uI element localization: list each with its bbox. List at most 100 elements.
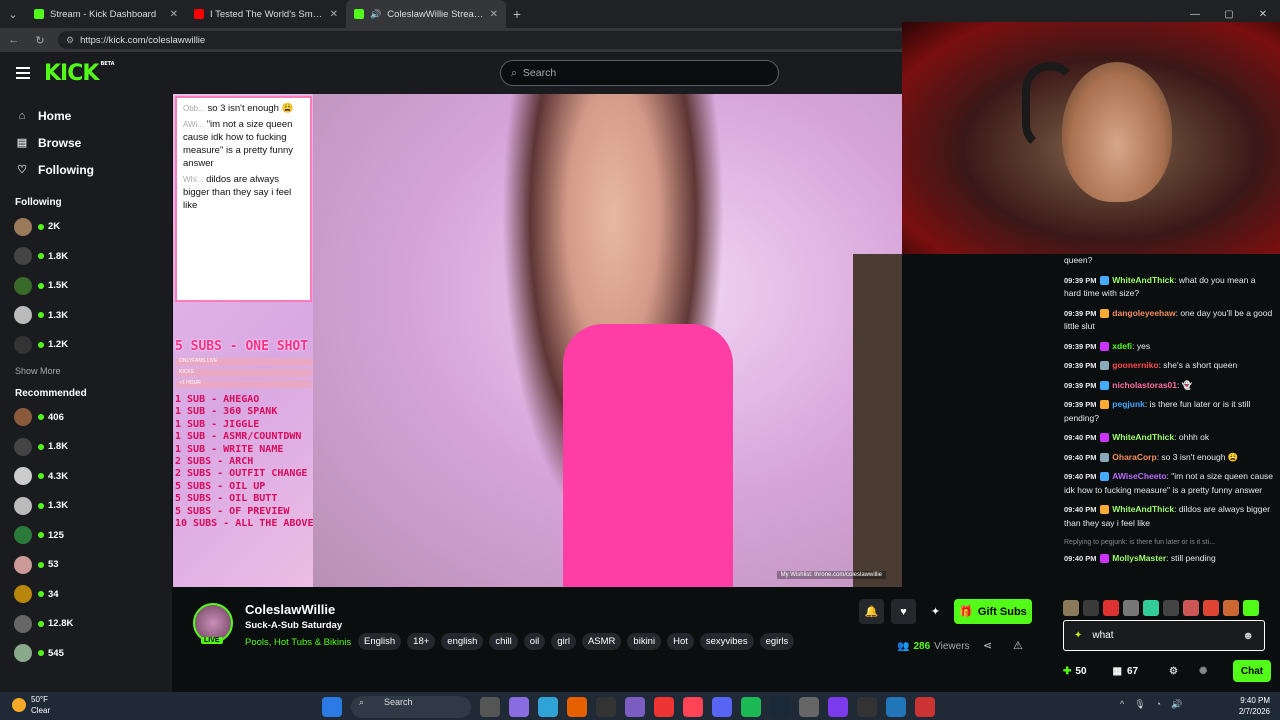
search-input[interactable]: ⌕ Search [500,60,779,86]
sidebar-channel[interactable]: ChickenAndy IRL 1.5K [0,271,172,301]
fx-icon[interactable] [915,697,935,717]
app-icon[interactable] [654,697,674,717]
emote[interactable] [1083,600,1099,616]
streamer-name[interactable]: ColeslawWillie [245,602,335,617]
notification-bell-button[interactable]: 🔔 [859,599,884,624]
app-icon[interactable] [799,697,819,717]
app-icon[interactable] [886,697,906,717]
sidebar-channel[interactable]: iceinmyvein Slots & Casino 545 [0,639,172,669]
emote[interactable] [1123,600,1139,616]
stream-tag[interactable]: ASMR [581,633,622,650]
message-username[interactable]: WhiteAndThick [1112,432,1174,442]
mic-icon[interactable]: 🎙 [1134,699,1145,710]
sidebar-channel[interactable]: sleepy_peeka Resident Evil 2 (2019) 53 [0,550,172,580]
message-username[interactable]: nicholastoras01 [1112,380,1177,390]
copilot-icon[interactable] [509,697,529,717]
close-tab-icon[interactable]: ✕ [330,9,338,20]
stream-tag[interactable]: sexyvibes [699,633,754,650]
browser-tab-1[interactable]: Stream - Kick Dashboard ✕ [26,0,186,28]
gift-subs-button[interactable]: 🎁 Gift Subs [954,599,1032,624]
new-tab-icon[interactable]: + [506,6,528,22]
task-view-icon[interactable] [480,697,500,717]
message-username[interactable]: AWiseCheeto [1112,471,1166,481]
emote[interactable] [1063,600,1079,616]
message-username[interactable]: WhiteAndThick [1112,504,1174,514]
mod-icon[interactable]: ✺ [1199,666,1207,677]
message-username[interactable]: WhiteAndThick [1112,275,1174,285]
kick-logo[interactable]: KICK BETA [44,61,115,86]
stream-tag[interactable]: oil [523,633,546,650]
menu-icon[interactable] [16,67,30,79]
sidebar-channel[interactable]: CancellanCarroll Just Chatting 406 [0,403,172,433]
sidebar-channel[interactable]: Wittlebears Call of Duty: Black Ops 7 12… [0,521,172,551]
site-info-icon[interactable]: ⚙ [66,35,74,46]
sub-count[interactable]: 67 [1127,666,1138,677]
nav-following[interactable]: ♡ Following [16,156,172,183]
app-icon[interactable] [596,697,616,717]
discord-icon[interactable] [712,697,732,717]
message-username[interactable]: xdefi [1112,341,1132,351]
chevron-up-icon[interactable]: ^ [1120,699,1124,710]
message-username[interactable]: MollysMaster [1112,553,1166,563]
stream-tag[interactable]: chill [489,633,518,650]
emote[interactable] [1203,600,1219,616]
settings-icon[interactable]: ⚙ [1169,666,1178,677]
stream-tag[interactable]: 18+ [407,633,436,650]
stream-category[interactable]: Pools, Hot Tubs & Bikinis [245,637,351,648]
follow-button[interactable]: ♥ [891,599,916,624]
wifi-icon[interactable]: ◔ [1156,699,1161,710]
share-icon[interactable]: ⋖ [983,639,992,652]
video-player[interactable]: Obb... so 3 isn't enough 😩 AWi... "im no… [173,94,902,587]
music-icon[interactable] [683,697,703,717]
message-username[interactable]: dangoleyeehaw [1112,308,1175,318]
emoji-picker-icon[interactable]: ☻ [1242,630,1254,642]
speaker-icon[interactable]: 🔊 [370,9,381,20]
sparkle-button[interactable]: ✦ [923,599,948,624]
stream-tag[interactable]: girl [551,633,576,650]
url-field[interactable]: ⚙ https://kick.com/coleslawwillie [58,31,908,49]
nav-home[interactable]: ⌂ Home [16,102,172,129]
points-count[interactable]: 50 [1075,666,1086,677]
message-username[interactable]: goonerniko [1112,360,1158,370]
windows-start-icon[interactable] [322,697,342,717]
emote[interactable] [1143,600,1159,616]
sidebar-channel[interactable]: RandomBritishDude Song of Horror 34 [0,580,172,610]
volume-icon[interactable]: 🔊 [1171,699,1182,710]
taskbar-search[interactable]: ⌕ Search [351,696,471,718]
spotify-icon[interactable] [741,697,761,717]
back-icon[interactable]: ← [6,34,22,46]
close-tab-icon[interactable]: ✕ [490,9,498,20]
browser-tab-2[interactable]: I Tested The World's Smartest Ape ✕ [186,0,346,28]
nav-browse[interactable]: ▤ Browse [16,129,172,156]
sidebar-channel[interactable]: sweatergxd IRL 1.2K [0,330,172,360]
chat-input[interactable]: ✦ what ☻ [1063,620,1265,651]
app-icon[interactable] [828,697,848,717]
close-tab-icon[interactable]: ✕ [170,9,178,20]
message-username[interactable]: OharaCorp [1112,452,1156,462]
sidebar-channel[interactable]: ABZ IRL 1.8K [0,432,172,462]
sidebar-channel[interactable]: ABZ IRL 1.8K [0,242,172,272]
sidebar-channel[interactable]: SamXFrank IRL 1.3K [0,301,172,331]
weather-widget[interactable]: 50°F Clear [12,694,50,716]
sidebar-channel[interactable]: akademiks Just Chatting 2K [0,212,172,242]
emote[interactable] [1163,600,1179,616]
stream-tag[interactable]: english [441,633,484,650]
firefox-icon[interactable] [567,697,587,717]
stream-tag[interactable]: bikini [627,633,662,650]
emote[interactable] [1103,600,1119,616]
stream-tag[interactable]: Hot [667,633,694,650]
sidebar-channel[interactable]: Ac7ionMan Slots & Casino 4.3K [0,462,172,492]
app-icon[interactable] [625,697,645,717]
browser-tab-3[interactable]: 🔊 ColeslawWillie Stream - Watch ✕ [346,0,506,28]
emote[interactable] [1183,600,1199,616]
stream-tag[interactable]: egirls [759,633,795,650]
message-username[interactable]: pegjunk [1112,399,1145,409]
app-icon[interactable] [857,697,877,717]
emote[interactable] [1243,600,1259,616]
clock[interactable]: 9:40 PM 2/7/2026 [1239,695,1270,717]
report-icon[interactable]: ⚠ [1013,639,1023,652]
emote[interactable] [1223,600,1239,616]
tab-search-icon[interactable]: ⌄ [0,0,26,28]
reload-icon[interactable]: ↻ [32,34,48,47]
steam-icon[interactable] [770,697,790,717]
